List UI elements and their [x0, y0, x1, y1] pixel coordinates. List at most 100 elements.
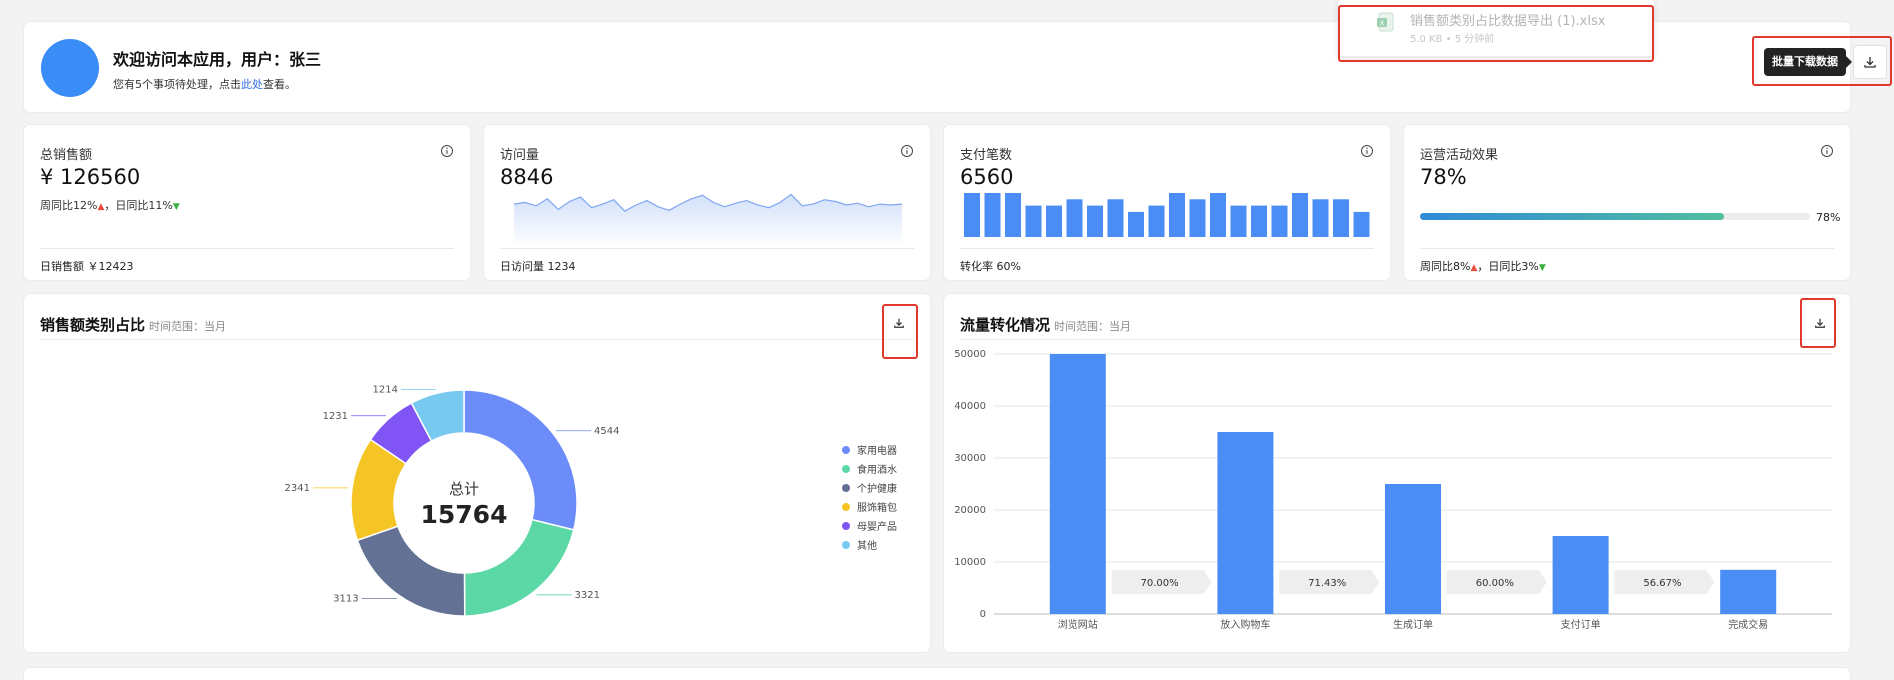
stat-footer: 日访问量 1234	[500, 260, 576, 273]
minibar-bar	[964, 193, 980, 237]
welcome-title: 欢迎访问本应用，用户：张三	[113, 50, 322, 69]
stat-title: 总销售额	[40, 148, 93, 163]
minibar-bar	[1107, 199, 1124, 237]
legend-dot	[842, 483, 850, 492]
legend-item[interactable]: 母婴产品	[842, 516, 897, 535]
legend-item[interactable]: 其他	[842, 535, 897, 554]
panel-header: 流量转化情况 时间范围：当月	[960, 314, 1834, 340]
pie-slice-label: 2341	[285, 483, 310, 494]
legend-item[interactable]: 服饰箱包	[842, 497, 897, 516]
minibar-bar	[1087, 205, 1103, 237]
export-bar-button[interactable]	[1809, 312, 1831, 334]
batch-download-tooltip: 批量下载数据	[1764, 48, 1852, 76]
legend-item[interactable]: 个护健康	[842, 478, 897, 497]
legend-dot	[842, 445, 850, 454]
minibar-bar	[1292, 193, 1308, 237]
stat-value: ¥ 126560	[40, 165, 141, 189]
stat-footer: 转化率 60%	[960, 260, 1021, 273]
info-icon[interactable]	[1820, 144, 1834, 158]
legend-label: 个护健康	[857, 484, 897, 495]
day-compare: ，日同比11%	[104, 199, 173, 212]
pending-tasks-link[interactable]: 此处	[241, 78, 263, 91]
panel-title: 流量转化情况	[960, 316, 1051, 334]
minibar-bar	[1128, 211, 1144, 237]
export-pie-button[interactable]	[888, 312, 910, 334]
stat-footer: 周同比8%▲，日同比3%▼	[1420, 258, 1546, 274]
visits-sparkline	[514, 193, 902, 243]
x-tick-label: 放入购物车	[1220, 618, 1270, 631]
legend-dot	[842, 464, 850, 473]
stat-title: 访问量	[500, 148, 540, 163]
legend-label: 其他	[857, 541, 877, 552]
download-popup[interactable]: X 销售额类别占比数据导出 (1).xlsx 5.0 KB • 5 分钟前	[1338, 0, 1654, 56]
legend-dot	[842, 502, 850, 511]
minibar-bar	[1169, 193, 1185, 237]
stat-title: 支付笔数	[960, 148, 1013, 163]
legend-label: 食用酒水	[857, 465, 897, 476]
download-icon	[894, 318, 904, 328]
sales-category-panel: 销售额类别占比 时间范围：当月 4544 3321 3113 2341 1231 1214 总…	[24, 294, 930, 652]
minibar-bar	[1046, 205, 1062, 237]
conversion-rate-label: 70.00%	[1141, 578, 1179, 589]
minibar-bar	[1189, 199, 1206, 237]
divider	[960, 248, 1374, 249]
stat-footer: 日销售额 ￥12423	[40, 260, 134, 273]
minibar-bar	[1353, 211, 1370, 237]
sales-donut-chart: 4544 3321 3113 2341 1231 1214 总计 15764	[285, 384, 620, 617]
conversion-bar[interactable]	[1217, 432, 1274, 614]
legend-dot	[842, 521, 850, 530]
donut-center-label: 总计	[449, 480, 479, 498]
divider	[40, 248, 454, 249]
conversion-bar[interactable]	[1385, 484, 1441, 614]
legend-label: 母婴产品	[857, 522, 897, 533]
minibar-bar	[1271, 205, 1288, 237]
minibar-bar	[1210, 193, 1226, 237]
minibar-bar	[1251, 205, 1267, 237]
stat-card-campaign: 运营活动效果 78% 78% 周同比8%▲，日同比3%▼	[1404, 125, 1850, 280]
info-icon[interactable]	[1360, 144, 1374, 158]
conversion-bar[interactable]	[1552, 536, 1609, 614]
conversion-rate-label: 60.00%	[1476, 578, 1514, 589]
pie-slice-label: 1214	[373, 384, 398, 395]
donut-center-value: 15764	[421, 500, 508, 529]
stat-value: 6560	[960, 165, 1014, 189]
conversion-bar[interactable]	[1720, 569, 1777, 614]
avatar[interactable]	[41, 39, 99, 97]
panel-range: 时间范围：当月	[1054, 320, 1132, 333]
y-tick-label: 40000	[954, 401, 986, 412]
y-tick-label: 0	[980, 609, 986, 620]
pie-slice[interactable]	[356, 525, 466, 617]
batch-download-button[interactable]	[1853, 45, 1887, 79]
down-arrow-icon: ▼	[1538, 263, 1546, 273]
download-icon	[1815, 318, 1825, 328]
pie-slice[interactable]	[463, 518, 575, 617]
minibar-bar	[1333, 199, 1349, 237]
info-icon[interactable]	[900, 144, 914, 158]
pie-slice-label: 3113	[333, 594, 358, 605]
traffic-conversion-panel: 流量转化情况 时间范围：当月 0 10000 20000 30000 40000 50000…	[944, 294, 1850, 652]
info-icon[interactable]	[440, 144, 454, 158]
download-file-name[interactable]: 销售额类别占比数据导出 (1).xlsx	[1410, 10, 1605, 29]
panel-range: 时间范围：当月	[149, 320, 227, 333]
download-icon	[1864, 57, 1876, 68]
y-tick-label: 10000	[954, 557, 986, 568]
svg-text:X: X	[1380, 20, 1385, 28]
pie-slice-label: 1231	[323, 411, 348, 422]
welcome-subtitle: 您有5个事项待处理，点击此处查看。	[113, 76, 296, 92]
minibar-bar	[1148, 205, 1165, 237]
conversion-bar[interactable]	[1049, 354, 1106, 614]
x-tick-label: 支付订单	[1561, 618, 1601, 631]
divider	[1420, 248, 1834, 249]
legend-item[interactable]: 家用电器	[842, 440, 897, 459]
minibar-bar	[1025, 205, 1042, 237]
progress-label: 78%	[1816, 211, 1841, 224]
stat-title: 运营活动效果	[1420, 148, 1499, 163]
progress-fill	[1420, 213, 1725, 220]
panel-header: 销售额类别占比 时间范围：当月	[40, 314, 914, 340]
down-arrow-icon: ▼	[172, 202, 180, 212]
y-tick-label: 50000	[954, 349, 986, 360]
payments-minibar	[964, 193, 1370, 237]
legend-item[interactable]: 食用酒水	[842, 459, 897, 478]
stat-card-sales: 总销售额 ¥ 126560 周同比12%▲，日同比11%▼ 日销售额 ￥1242…	[24, 125, 470, 280]
legend-dot	[842, 540, 850, 549]
